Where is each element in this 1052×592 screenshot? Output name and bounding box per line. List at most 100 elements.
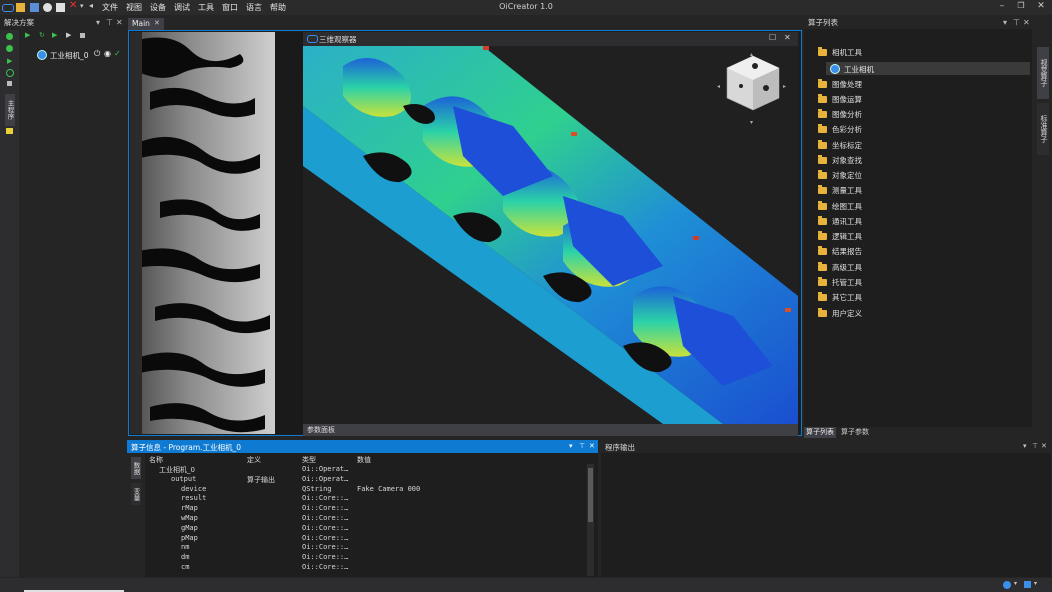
table-row[interactable]: gMap Oi::Core::… [147,524,585,534]
operator-category[interactable]: 托管工具 [818,277,862,289]
new-file-icon[interactable] [56,3,65,12]
halt-icon[interactable] [80,33,85,38]
table-row[interactable]: pMap Oi::Core::… [147,534,585,544]
table-row[interactable]: result Oi::Core::… [147,494,585,504]
table-row[interactable]: dm Oi::Core::… [147,553,585,563]
cell-name: rMap [181,504,198,513]
scrollbar-thumb[interactable] [588,468,593,522]
vtab-data[interactable]: 数据 [131,457,141,479]
cell-type: Oi::Core::… [302,543,349,552]
solution-tree-item[interactable]: 工业相机_0 ⏻ ◉ ✓ [30,49,124,61]
table-row[interactable]: wMap Oi::Core::… [147,514,585,524]
viewer3d-maximize-icon[interactable]: ☐ [769,33,776,42]
table-row[interactable]: output 算子输出 Oi::Operat… [147,475,585,485]
tab-close-icon[interactable]: ✕ [154,19,160,27]
col-value[interactable]: 数值 [357,455,371,465]
vtab-variables[interactable]: 变量 [131,483,141,505]
status-network-icon[interactable] [1003,581,1011,589]
operator-category[interactable]: 图像分析 [818,109,862,121]
tab-main[interactable]: Main ✕ [128,18,164,30]
menu-window[interactable]: 窗口 [222,2,238,13]
step-icon[interactable]: ▶ [52,31,57,39]
window-close-icon[interactable]: ✕ [1035,1,1047,11]
panel-menu-icon[interactable]: ▾ [96,18,100,27]
orientation-cube-icon[interactable]: ◂ ▸ ▾ ▴ [717,52,789,128]
op-info-menu-icon[interactable]: ▾ [569,442,573,450]
op-info-pin-icon[interactable]: ⊤ [579,442,585,450]
op-pin-icon[interactable]: ⊤ [1013,18,1020,27]
stop-icon[interactable] [7,81,12,86]
close-red-icon[interactable]: ✕ [69,0,78,11]
table-row[interactable]: cm Oi::Core::… [147,563,585,573]
op-close-icon[interactable]: ✕ [1023,18,1030,27]
add-icon[interactable] [6,33,13,40]
operator-category[interactable]: 测量工具 [818,185,862,197]
loop-icon[interactable] [6,69,14,77]
table-row[interactable]: nm Oi::Core::… [147,543,585,553]
menu-help[interactable]: 帮助 [270,2,286,13]
table-row[interactable]: 工业相机_0 Oi::Operat… [147,465,585,475]
operator-category[interactable]: 结果报告 [818,246,862,258]
operator-category[interactable]: 图像运算 [818,94,862,106]
operator-category[interactable]: 高级工具 [818,262,862,274]
menu-file[interactable]: 文件 [102,2,118,13]
next-icon[interactable]: ▶ [66,31,71,39]
note-icon[interactable] [6,128,13,134]
pin-icon[interactable]: ⊤ [106,18,113,27]
open-folder-icon[interactable] [16,3,25,12]
dropdown-arrow-icon[interactable]: ▾ [80,2,89,11]
menu-tools[interactable]: 工具 [198,2,214,13]
minimize-icon[interactable]: – [996,1,1008,11]
panel-close-icon[interactable]: ✕ [116,18,123,27]
operator-category[interactable]: 相机工具 [818,47,862,59]
operator-category[interactable]: 用户定义 [818,308,862,320]
col-name[interactable]: 名称 [149,455,163,465]
operator-category[interactable]: 绘图工具 [818,201,862,213]
status-dropdown2-icon[interactable]: ▾ [1034,580,1037,587]
settings-icon[interactable] [43,3,52,12]
tab-operator-list[interactable]: 算子列表 [804,427,836,438]
operator-category[interactable]: 图像处理 [818,79,862,91]
op-child-selected[interactable]: 工业相机 [826,62,1030,75]
menu-device[interactable]: 设备 [150,2,166,13]
table-row[interactable]: device QString Fake Camera 000 [147,485,585,495]
col-type[interactable]: 类型 [302,455,316,465]
status-dropdown-icon[interactable]: ▾ [1014,580,1017,587]
eye-icon[interactable]: ◉ [104,49,111,58]
tab-operator-params[interactable]: 算子参数 [841,427,869,438]
operator-category[interactable]: 坐标标定 [818,140,862,152]
back-arrow-icon[interactable]: ◂ [89,1,98,10]
vtab-vision-ops[interactable]: 视觉算子 [1037,47,1049,99]
operator-category[interactable]: 色彩分析 [818,124,862,136]
param-panel-bar[interactable]: 参数面板 [303,424,798,436]
power-icon[interactable]: ⏻ [94,49,100,59]
op-info-close-icon[interactable]: ✕ [589,442,595,450]
menu-debug[interactable]: 调试 [174,2,190,13]
run-icon[interactable]: ▶ [25,31,30,39]
operator-category[interactable]: 逻辑工具 [818,231,862,243]
refresh-icon[interactable]: ↻ [39,31,45,39]
output-pin-icon[interactable]: ⊤ [1032,442,1038,450]
viewer3d-titlebar: 三维观察器 ☐ ✕ [303,32,798,46]
operator-category[interactable]: 对象定位 [818,170,862,182]
save-icon[interactable] [30,3,39,12]
output-close-icon[interactable]: ✕ [1041,442,1047,450]
op-panel-menu-icon[interactable]: ▾ [1003,18,1007,27]
output-menu-icon[interactable]: ▾ [1023,442,1027,450]
globe-icon[interactable] [6,45,13,52]
operator-category[interactable]: 对象查找 [818,155,862,167]
play-icon[interactable]: ▶ [7,57,12,65]
operator-category[interactable]: 通讯工具 [818,216,862,228]
main-program-vtab[interactable]: 主程序 [5,94,15,126]
status-monitor-icon[interactable] [1024,581,1031,588]
menu-view[interactable]: 视图 [126,2,142,13]
operator-list-header: 算子列表 [804,17,1032,29]
table-row[interactable]: rMap Oi::Core::… [147,504,585,514]
vtab-standard-ops[interactable]: 标准算子 [1037,103,1049,155]
operator-category[interactable]: 其它工具 [818,292,862,304]
restore-icon[interactable]: ❐ [1015,1,1027,10]
col-def[interactable]: 定义 [247,455,261,465]
op-info-scrollbar[interactable] [587,464,594,576]
menu-language[interactable]: 语言 [246,2,262,13]
viewer3d-close-icon[interactable]: ✕ [784,33,791,42]
